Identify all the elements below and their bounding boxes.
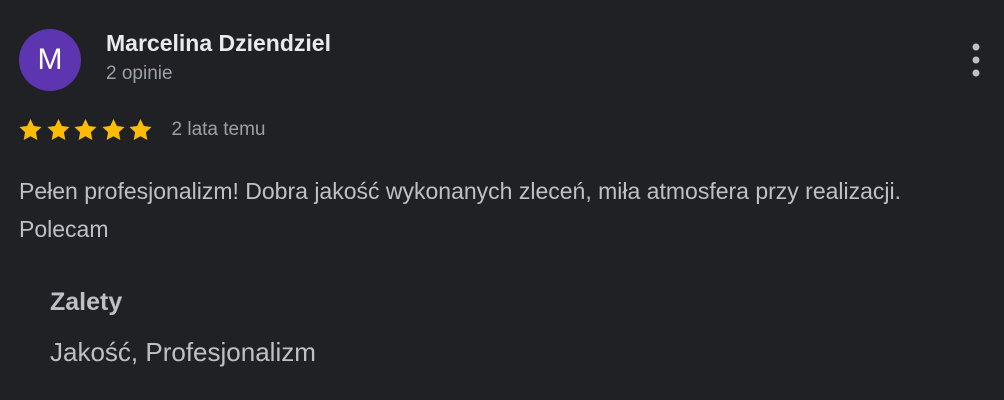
star-icon: [101, 118, 125, 140]
pros-heading: Zalety: [50, 288, 123, 316]
review-text: Pełen profesjonalizm! Dobra jakość wykon…: [19, 178, 902, 242]
pros-values: Jakość, Profesjonalizm: [50, 337, 316, 367]
star-icon: [46, 118, 70, 140]
author-reviews-count[interactable]: 2 opinie: [106, 63, 173, 85]
review-date: 2 lata temu: [171, 119, 266, 140]
avatar-initial: M: [37, 43, 63, 76]
more-options-button[interactable]: [960, 38, 992, 82]
review-card: M Marcelina Dziendziel 2 opinie 2 lata t…: [0, 0, 1004, 400]
star-icon: [19, 118, 42, 140]
author-name[interactable]: Marcelina Dziendziel: [106, 30, 331, 57]
star-icon: [129, 118, 152, 140]
star-rating: [17, 117, 155, 143]
star-icon: [74, 118, 97, 140]
rating-row: 2 lata temu: [17, 116, 266, 144]
more-vertical-icon: [972, 43, 980, 77]
avatar[interactable]: M: [19, 29, 81, 91]
